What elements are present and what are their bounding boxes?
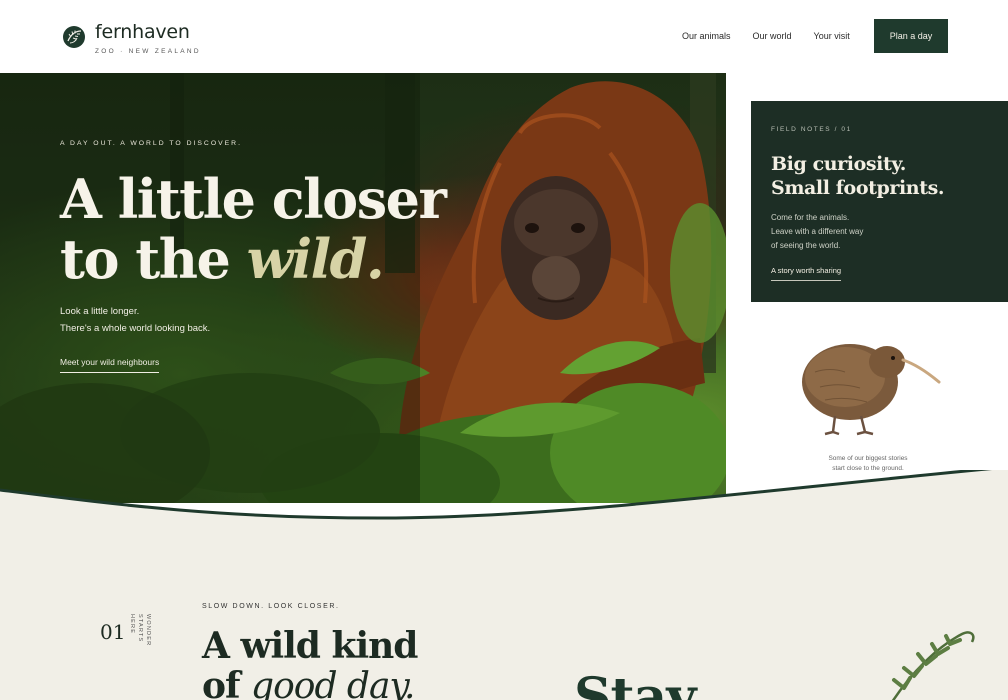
fern-leaf-image <box>891 631 975 700</box>
kiwi-caption-line1: Some of our biggest stories <box>828 455 908 462</box>
card-title: Big curiosity. Small footprints. <box>771 152 945 200</box>
hero-title-line1: A little closer <box>60 167 447 231</box>
section-title-line1: A wild kind <box>202 625 418 667</box>
brand-logo[interactable]: fernhaven ZOO · NEW ZEALAND <box>62 22 201 55</box>
hero-body: Look a little longer. There's a whole wo… <box>60 303 210 337</box>
main-nav: Our animals Our world Your visit <box>682 31 872 41</box>
hero-body-line1: Look a little longer. <box>60 306 140 317</box>
site-header: fernhaven ZOO · NEW ZEALAND Our animals … <box>0 0 1008 73</box>
hero-title-accent: wild. <box>246 227 385 291</box>
card-eyebrow: FIELD NOTES / 01 <box>771 126 852 133</box>
card-body-line2: Leave with a different way <box>771 227 864 236</box>
brand-subtitle: ZOO · NEW ZEALAND <box>95 48 201 55</box>
fern-logo-icon <box>63 26 85 48</box>
plan-a-day-button[interactable]: Plan a day <box>874 19 948 53</box>
nav-item-our-animals[interactable]: Our animals <box>682 31 731 41</box>
hero-eyebrow: A DAY OUT. A WORLD TO DISCOVER. <box>60 140 242 147</box>
card-body: Come for the animals. Leave with a diffe… <box>771 211 863 253</box>
field-notes-card: FIELD NOTES / 01 Big curiosity. Small fo… <box>751 101 1008 302</box>
section-number: 01 <box>100 620 126 644</box>
nav-item-our-world[interactable]: Our world <box>753 31 792 41</box>
brand-name: fernhaven <box>95 21 190 43</box>
nav-item-your-visit[interactable]: Your visit <box>814 31 850 41</box>
section-title-accent: good day. <box>251 666 415 700</box>
wave-divider <box>0 470 1008 700</box>
card-title-line1: Big curiosity. <box>771 153 907 175</box>
hero-section: A DAY OUT. A WORLD TO DISCOVER. A little… <box>0 73 726 503</box>
section-title-line2-plain: of <box>202 665 240 700</box>
card-body-line3: of seeing the world. <box>771 241 841 250</box>
section-eyebrow: SLOW DOWN. LOOK CLOSER. <box>202 603 340 610</box>
card-body-line1: Come for the animals. <box>771 213 850 222</box>
card-title-line2: Small footprints. <box>771 177 945 199</box>
section-vertical-label: WONDER STARTS HERE <box>129 614 151 647</box>
story-link[interactable]: A story worth sharing <box>771 266 842 281</box>
hero-title-line2: to the <box>60 227 231 291</box>
section-title: A wild kind of good day. <box>202 625 418 700</box>
hero-body-line2: There's a whole world looking back. <box>60 323 211 334</box>
kiwi-bird-image <box>802 344 941 436</box>
hero-title: A little closer to the wild. <box>60 167 447 291</box>
meet-neighbours-link[interactable]: Meet your wild neighbours <box>60 357 160 373</box>
stay-display-text: Stay <box>574 667 696 700</box>
